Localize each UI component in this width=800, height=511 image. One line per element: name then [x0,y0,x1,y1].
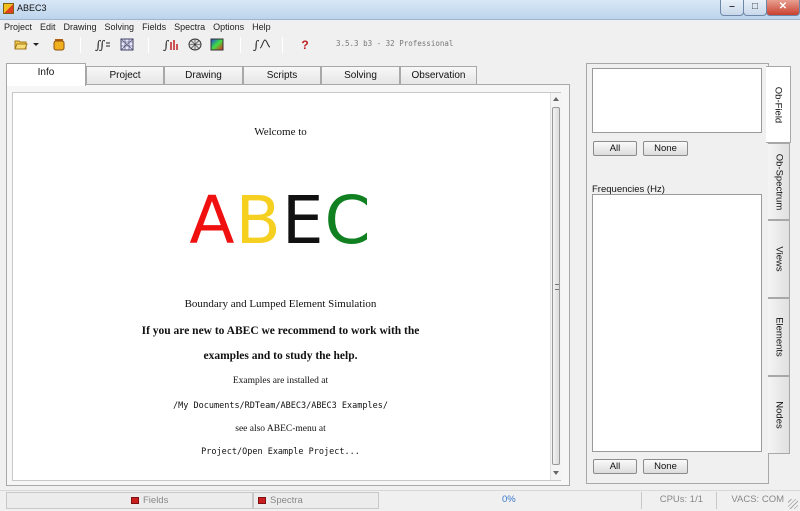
maximize-button[interactable]: □ [743,0,767,16]
tab-ob-spectrum-label: Ob-Spectrum [773,153,784,210]
fields-status-icon [131,497,139,504]
freq-none-button[interactable]: None [643,459,688,474]
examples-path: /My Documents/RDTeam/ABEC3/ABEC3 Example… [173,401,388,411]
status-fields-tab[interactable]: Fields [6,492,253,509]
info-content: Welcome to ABEC Boundary and Lumped Elem… [13,93,548,480]
scroll-thumb[interactable] [552,107,560,465]
svg-text:∬: ∬ [95,38,106,51]
spectra-status-icon [258,497,266,504]
menu-edit[interactable]: Edit [36,20,60,34]
open-folder-icon[interactable] [12,37,30,53]
save-jar-icon[interactable] [50,37,68,53]
tab-ob-field-label: Ob-Field [772,86,784,123]
tab-observation[interactable]: Observation [400,66,477,85]
examples-note: Examples are installed at [232,376,329,386]
ob-field-list[interactable] [592,68,762,133]
tab-nodes-label: Nodes [773,401,784,429]
menu-project[interactable]: Project [0,20,36,34]
color-map-icon[interactable] [208,37,226,53]
mesh-view-icon[interactable] [186,37,204,53]
intro-line-1: If you are new to ABEC we recommend to w… [141,325,420,337]
toolbar-separator [148,37,149,53]
integral-solve-icon[interactable]: ∬ [94,37,112,53]
scroll-up-icon[interactable] [553,97,559,101]
tab-views[interactable]: Views [768,220,790,298]
menu-drawing[interactable]: Drawing [60,20,101,34]
field-all-button[interactable]: All [593,141,637,156]
abec-app-icon [3,3,14,14]
tab-views-label: Views [773,246,784,272]
tab-elements[interactable]: Elements [768,298,790,376]
menu-note: see also ABEC-menu at [235,424,326,434]
toolbar-separator [80,37,81,53]
freq-all-button[interactable]: All [593,459,637,474]
status-spectra-label: Spectra [270,495,303,506]
tab-info[interactable]: Info [6,63,86,86]
svg-text:∫: ∫ [163,38,170,51]
progress-percent: 0% [502,494,516,505]
tab-project[interactable]: Project [86,66,164,85]
logo-letter-e: E [281,182,325,259]
menu-path: Project/Open Example Project... [201,447,360,457]
close-button[interactable]: ✕ [766,0,800,16]
welcome-text: Welcome to [254,126,307,138]
window-title: ABEC3 [17,3,47,13]
field-none-button[interactable]: None [643,141,688,156]
field-solve-icon[interactable]: ∫ [162,37,180,53]
spectrum-solve-icon[interactable]: ∫ [253,37,271,53]
frequencies-list[interactable] [592,194,762,452]
logo-letter-a: A [189,182,236,259]
status-spectra-tab[interactable]: Spectra [253,492,379,509]
tab-nodes[interactable]: Nodes [768,376,790,454]
svg-text:∫: ∫ [253,38,260,51]
menu-fields[interactable]: Fields [138,20,170,34]
title-bar: ABEC3 – □ ✕ [0,0,800,20]
menu-solving[interactable]: Solving [101,20,139,34]
tab-solving[interactable]: Solving [321,66,400,85]
toolbar-separator [240,37,241,53]
version-label: 3.5.3 b3 - 32 Professional [336,39,454,48]
toolbar-separator [282,37,283,53]
cpus-status: CPUs: 1/1 [641,492,707,509]
info-pane: Welcome to ABEC Boundary and Lumped Elem… [12,92,561,481]
abec-logo: ABEC [13,181,548,261]
menu-options[interactable]: Options [209,20,248,34]
vacs-status: VACS: COM [716,492,786,509]
tab-ob-spectrum[interactable]: Ob-Spectrum [768,143,790,220]
dropdown-arrow-icon[interactable] [31,37,41,53]
scroll-down-icon[interactable] [553,471,559,475]
logo-letter-c: C [324,182,372,259]
status-fields-label: Fields [143,495,169,506]
help-question-icon[interactable]: ? [296,37,314,53]
menu-spectra[interactable]: Spectra [170,20,209,34]
intro-line-2: examples and to study the help. [203,350,358,362]
tab-ob-field[interactable]: Ob-Field [766,66,791,143]
tab-elements-label: Elements [773,317,784,357]
logo-letter-b: B [235,182,282,259]
tab-scripts[interactable]: Scripts [243,66,321,85]
mesh-grid-icon[interactable] [118,37,136,53]
minimize-button[interactable]: – [720,0,744,16]
subtitle-text: Boundary and Lumped Element Simulation [184,298,377,310]
resize-grip[interactable] [788,499,798,509]
menu-help[interactable]: Help [248,20,275,34]
info-scrollbar[interactable] [550,93,561,480]
tab-drawing[interactable]: Drawing [164,66,243,85]
menu-bar: Project Edit Drawing Solving Fields Spec… [0,20,800,34]
